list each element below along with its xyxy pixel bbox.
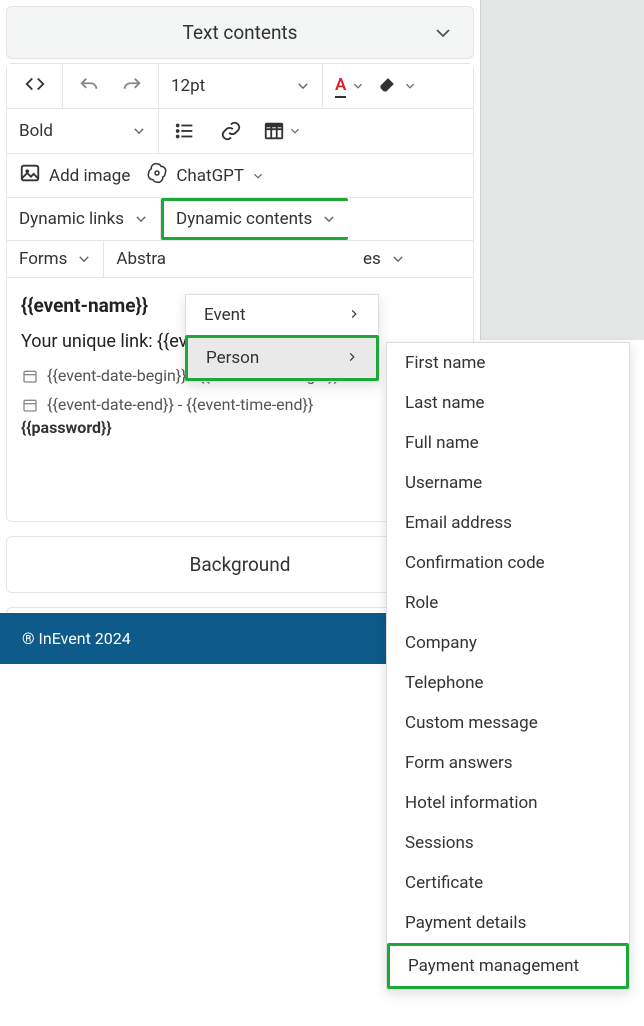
submenu-item-payment-management[interactable]: Payment management xyxy=(387,943,629,989)
chevron-right-icon xyxy=(346,348,358,368)
undo-redo-group xyxy=(63,64,159,108)
bullet-list-button[interactable] xyxy=(171,117,199,145)
menu-item-label: Event xyxy=(204,305,246,325)
chatgpt-icon xyxy=(146,162,168,189)
dynamic-contents-label: Dynamic contents xyxy=(176,209,312,229)
dynamic-contents-dropdown[interactable]: Dynamic contents xyxy=(161,198,348,240)
submenu-item-telephone[interactable]: Telephone xyxy=(387,663,629,703)
section-title: Text contents xyxy=(183,21,298,44)
image-icon xyxy=(19,162,41,189)
calendar-icon xyxy=(21,396,39,414)
redo-button[interactable] xyxy=(119,72,147,100)
source-code-button[interactable] xyxy=(7,64,63,108)
chatgpt-button[interactable]: ChatGPT xyxy=(146,162,264,189)
font-weight-select[interactable]: Bold xyxy=(7,109,159,153)
submenu-item-label: Telephone xyxy=(405,673,484,693)
submenu-item-username[interactable]: Username xyxy=(387,463,629,503)
submenu-item-email-address[interactable]: Email address xyxy=(387,503,629,543)
chatgpt-label: ChatGPT xyxy=(176,166,244,186)
menu-item-label: Person xyxy=(206,348,259,368)
tables-label-suffix: es xyxy=(363,249,381,269)
var-date-end: {{event-date-end}} - {{event-time-end}} xyxy=(47,395,313,414)
forms-label: Forms xyxy=(19,249,67,269)
submenu-item-form-answers[interactable]: Form answers xyxy=(387,743,629,783)
menu-item-person[interactable]: Person xyxy=(185,335,379,381)
highlight-color-button[interactable] xyxy=(378,74,416,99)
chevron-down-icon xyxy=(132,124,146,138)
section-text-contents[interactable]: Text contents xyxy=(6,6,474,59)
tables-dropdown[interactable]: es xyxy=(168,241,417,277)
undo-button[interactable] xyxy=(75,72,103,100)
submenu-item-full-name[interactable]: Full name xyxy=(387,423,629,463)
submenu-item-sessions[interactable]: Sessions xyxy=(387,823,629,863)
submenu-item-label: Company xyxy=(405,633,477,653)
abstracts-label: Abstra xyxy=(116,249,166,269)
font-size-select[interactable]: 12pt xyxy=(159,64,323,108)
menu-item-event[interactable]: Event xyxy=(186,295,378,335)
submenu-item-label: Confirmation code xyxy=(405,553,545,573)
link-button[interactable] xyxy=(217,117,245,145)
submenu-item-first-name[interactable]: First name xyxy=(387,343,629,383)
person-submenu: First name Last name Full name Username Emai… xyxy=(386,342,630,990)
submenu-item-role[interactable]: Role xyxy=(387,583,629,623)
submenu-item-label: Certificate xyxy=(405,873,483,893)
submenu-item-label: Sessions xyxy=(405,833,474,853)
font-size-value: 12pt xyxy=(171,76,205,96)
table-button[interactable] xyxy=(263,120,301,142)
submenu-item-company[interactable]: Company xyxy=(387,623,629,663)
submenu-item-custom-message[interactable]: Custom message xyxy=(387,703,629,743)
dynamic-contents-menu: Event Person xyxy=(185,294,379,382)
format-group xyxy=(159,109,313,153)
submenu-item-label: First name xyxy=(405,353,485,373)
submenu-item-label: Payment management xyxy=(408,956,579,976)
calendar-icon xyxy=(21,367,39,385)
forms-dropdown[interactable]: Forms xyxy=(7,241,104,277)
font-weight-value: Bold xyxy=(19,121,53,141)
text-color-button[interactable]: A xyxy=(335,75,364,98)
color-group: A xyxy=(323,64,473,108)
code-icon xyxy=(24,73,46,100)
background-label: Background xyxy=(189,553,290,576)
chevron-down-icon xyxy=(433,23,453,43)
submenu-item-label: Payment details xyxy=(405,913,526,933)
submenu-item-hotel-information[interactable]: Hotel information xyxy=(387,783,629,823)
add-image-button[interactable]: Add image xyxy=(19,162,130,189)
submenu-item-label: Full name xyxy=(405,433,479,453)
footer-copyright: ® InEvent 2024 xyxy=(22,629,131,648)
chevron-down-icon xyxy=(296,79,310,93)
insert-group: Add image ChatGPT xyxy=(7,154,276,197)
submenu-item-label: Last name xyxy=(405,393,485,413)
chevron-right-icon xyxy=(348,305,360,325)
submenu-item-label: Form answers xyxy=(405,753,513,773)
submenu-item-label: Role xyxy=(405,593,438,613)
submenu-item-label: Email address xyxy=(405,513,512,533)
submenu-item-label: Custom message xyxy=(405,713,538,733)
submenu-item-confirmation-code[interactable]: Confirmation code xyxy=(387,543,629,583)
submenu-item-payment-details[interactable]: Payment details xyxy=(387,903,629,943)
submenu-item-certificate[interactable]: Certificate xyxy=(387,863,629,903)
highlighter-icon xyxy=(378,74,398,99)
editor-panel: Text contents 12pt xyxy=(0,6,480,664)
dynamic-links-label: Dynamic links xyxy=(19,209,124,229)
abstracts-dropdown[interactable]: Abstra xyxy=(104,241,168,277)
submenu-item-label: Hotel information xyxy=(405,793,538,813)
submenu-item-label: Username xyxy=(405,473,482,493)
add-image-label: Add image xyxy=(49,166,130,186)
submenu-item-last-name[interactable]: Last name xyxy=(387,383,629,423)
rich-text-toolbar: 12pt A Bold xyxy=(6,63,474,278)
dynamic-links-dropdown[interactable]: Dynamic links xyxy=(7,198,161,240)
